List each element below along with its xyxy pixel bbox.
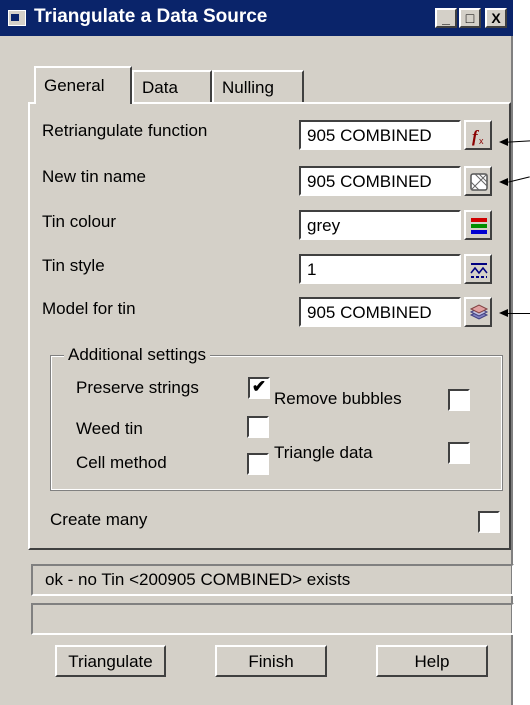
function-button[interactable]: f x	[464, 120, 492, 150]
app-icon	[8, 10, 26, 26]
preserve-strings-label: Preserve strings	[76, 378, 199, 397]
function-icon: f x	[472, 127, 484, 146]
tin-icon	[470, 173, 488, 191]
tab-nulling[interactable]: Nulling	[212, 70, 304, 102]
svg-text:x: x	[479, 136, 484, 146]
tin-style-label: Tin style	[42, 256, 105, 275]
model-button[interactable]	[464, 297, 492, 327]
callout-arrowhead-2	[499, 178, 508, 186]
weed-tin-label: Weed tin	[76, 419, 143, 438]
maximize-button[interactable]: □	[459, 8, 481, 28]
tin-style-field[interactable]: 1	[299, 254, 461, 284]
colour-icon	[471, 218, 487, 234]
tab-data[interactable]: Data	[132, 70, 212, 102]
retriangulate-field[interactable]: 905 COMBINED	[299, 120, 461, 150]
additional-settings-legend: Additional settings	[64, 345, 210, 365]
preserve-strings-checkbox[interactable]: ✔	[248, 377, 270, 399]
window-title: Triangulate a Data Source	[34, 6, 268, 27]
style-button[interactable]	[464, 254, 492, 284]
triangle-data-label: Triangle data	[274, 443, 373, 462]
close-button[interactable]: X	[485, 8, 507, 28]
remove-bubbles-checkbox[interactable]	[448, 389, 470, 411]
status-secondary	[31, 603, 514, 635]
create-many-label: Create many	[50, 510, 148, 529]
title-bar[interactable]: Triangulate a Data Source _ □ X	[0, 0, 513, 36]
callout-arrowhead-3	[499, 309, 508, 317]
finish-button[interactable]: Finish	[215, 645, 327, 677]
dialog-window: Triangulate a Data Source _ □ X General …	[0, 0, 514, 705]
tin-select-button[interactable]	[464, 166, 492, 196]
linestyle-icon	[470, 263, 488, 278]
triangulate-button[interactable]: Triangulate	[55, 645, 166, 677]
new-tin-name-field[interactable]: 905 COMBINED	[299, 166, 461, 196]
triangle-data-checkbox[interactable]	[448, 442, 470, 464]
status-message: ok - no Tin <200905 COMBINED> exists	[31, 564, 514, 596]
new-tin-name-label: New tin name	[42, 167, 146, 186]
cell-method-label: Cell method	[76, 453, 167, 472]
layers-icon	[469, 304, 489, 320]
cell-method-checkbox[interactable]	[247, 453, 269, 475]
remove-bubbles-label: Remove bubbles	[274, 389, 402, 408]
tab-general[interactable]: General	[34, 66, 132, 104]
callout-line-1	[507, 140, 530, 143]
model-for-tin-label: Model for tin	[42, 299, 136, 318]
callout-arrowhead-1	[499, 138, 508, 146]
weed-tin-checkbox[interactable]	[247, 416, 269, 438]
callout-line-3	[508, 313, 530, 314]
create-many-checkbox[interactable]	[478, 511, 500, 533]
tin-colour-label: Tin colour	[42, 212, 117, 231]
tin-colour-field[interactable]: grey	[299, 210, 461, 240]
help-button[interactable]: Help	[376, 645, 488, 677]
minimize-button[interactable]: _	[435, 8, 457, 28]
retriangulate-label: Retriangulate function	[42, 121, 208, 140]
colour-button[interactable]	[464, 210, 492, 240]
model-for-tin-field[interactable]: 905 COMBINED	[299, 297, 461, 327]
